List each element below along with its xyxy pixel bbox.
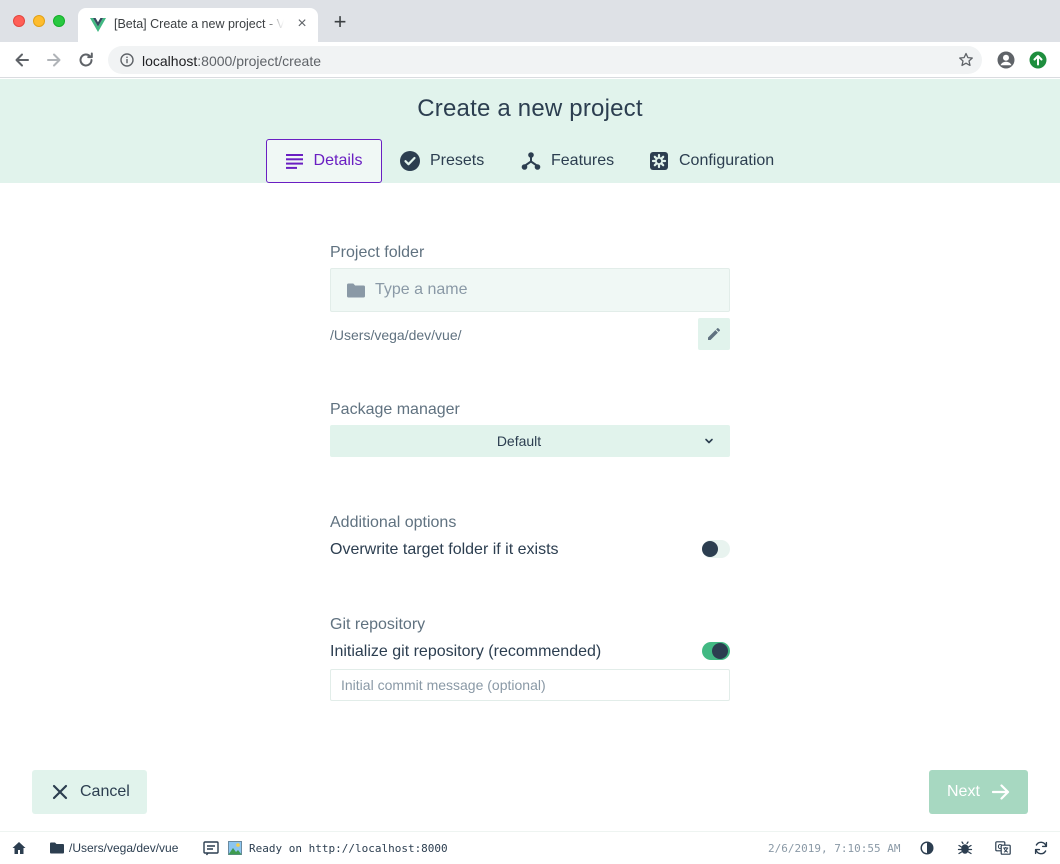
package-manager-select[interactable]: Default xyxy=(330,425,730,457)
tab-configuration[interactable]: Configuration xyxy=(649,139,774,183)
chevron-down-icon xyxy=(705,438,713,444)
gear-icon xyxy=(650,152,668,170)
tab-features-label: Features xyxy=(551,152,615,169)
picture-emoji-icon xyxy=(228,841,242,855)
bug-report-icon[interactable] xyxy=(957,840,973,856)
translate-icon[interactable]: G xyxy=(995,840,1011,856)
details-icon xyxy=(285,154,303,169)
forward-arrow-icon[interactable] xyxy=(44,50,64,70)
profile-avatar-icon[interactable] xyxy=(996,50,1016,70)
window-minimize-button[interactable] xyxy=(33,15,45,27)
git-init-option-label: Initialize git repository (recommended) xyxy=(330,643,602,660)
dark-mode-icon[interactable] xyxy=(919,840,935,856)
toggle-knob xyxy=(712,643,728,659)
refresh-icon[interactable] xyxy=(1033,840,1049,856)
commit-message-input[interactable] xyxy=(341,670,721,700)
commit-message-field[interactable] xyxy=(330,669,730,701)
cancel-button[interactable]: Cancel xyxy=(32,770,147,814)
next-button[interactable]: Next xyxy=(929,770,1028,814)
vue-logo-icon xyxy=(90,18,106,32)
package-manager-label: Package manager xyxy=(330,401,460,418)
git-repository-label: Git repository xyxy=(330,616,426,633)
browser-tab[interactable]: [Beta] Create a new project - Vue UI × xyxy=(78,8,318,42)
pencil-icon xyxy=(708,327,721,340)
edit-path-button[interactable] xyxy=(698,318,730,350)
check-circle-icon xyxy=(400,151,420,171)
update-available-icon[interactable] xyxy=(1028,50,1048,70)
terminal-log-icon[interactable] xyxy=(203,840,219,856)
project-path: /Users/vega/dev/vue/ xyxy=(330,327,462,343)
home-icon[interactable] xyxy=(11,840,27,856)
window-zoom-button[interactable] xyxy=(53,15,65,27)
browser-toolbar: localhost:8000/project/create xyxy=(0,42,1060,78)
info-icon[interactable] xyxy=(120,53,134,67)
tab-presets-label: Presets xyxy=(430,152,485,169)
tab-features[interactable]: Features xyxy=(521,139,614,183)
cancel-button-label: Cancel xyxy=(80,783,130,800)
overwrite-option-label: Overwrite target folder if it exists xyxy=(330,541,559,558)
project-folder-label: Project folder xyxy=(330,244,425,261)
fork-icon xyxy=(521,152,541,170)
status-log-message: Ready on http://localhost:8000 xyxy=(249,842,448,855)
folder-icon xyxy=(347,283,365,298)
tab-details[interactable]: Details xyxy=(266,139,382,183)
new-tab-icon[interactable]: + xyxy=(330,11,350,33)
address-bar[interactable]: localhost:8000/project/create xyxy=(108,46,982,74)
page-title: Create a new project xyxy=(417,95,643,122)
browser-tab-title: [Beta] Create a new project - Vue UI xyxy=(114,17,284,31)
tab-close-icon[interactable]: × xyxy=(294,16,310,32)
arrow-right-icon xyxy=(991,784,1010,800)
browser-tab-strip: [Beta] Create a new project - Vue UI × + xyxy=(0,0,1060,42)
tab-configuration-label: Configuration xyxy=(679,152,775,169)
status-bar: /Users/vega/dev/vue Ready on http://loca… xyxy=(0,831,1060,864)
status-cwd[interactable]: /Users/vega/dev/vue xyxy=(69,841,178,855)
package-manager-value: Default xyxy=(496,433,542,449)
bookmark-star-icon[interactable] xyxy=(958,52,974,68)
reload-icon[interactable] xyxy=(76,50,96,70)
git-init-toggle[interactable] xyxy=(702,642,730,660)
url-text: localhost:8000/project/create xyxy=(142,53,322,69)
folder-icon xyxy=(50,842,64,854)
close-icon xyxy=(52,784,68,800)
tab-details-label: Details xyxy=(313,152,363,169)
app-header: Create a new project Details Presets Fea… xyxy=(0,79,1060,183)
overwrite-toggle[interactable] xyxy=(702,540,730,558)
project-name-field[interactable] xyxy=(330,268,730,312)
project-name-input[interactable] xyxy=(375,269,715,311)
tab-presets[interactable]: Presets xyxy=(400,139,484,183)
next-button-label: Next xyxy=(947,783,980,800)
window-close-button[interactable] xyxy=(13,15,25,27)
additional-options-label: Additional options xyxy=(330,514,457,531)
back-arrow-icon[interactable] xyxy=(12,50,32,70)
status-timestamp: 2/6/2019, 7:10:55 AM xyxy=(768,842,901,855)
toggle-knob xyxy=(702,541,718,557)
